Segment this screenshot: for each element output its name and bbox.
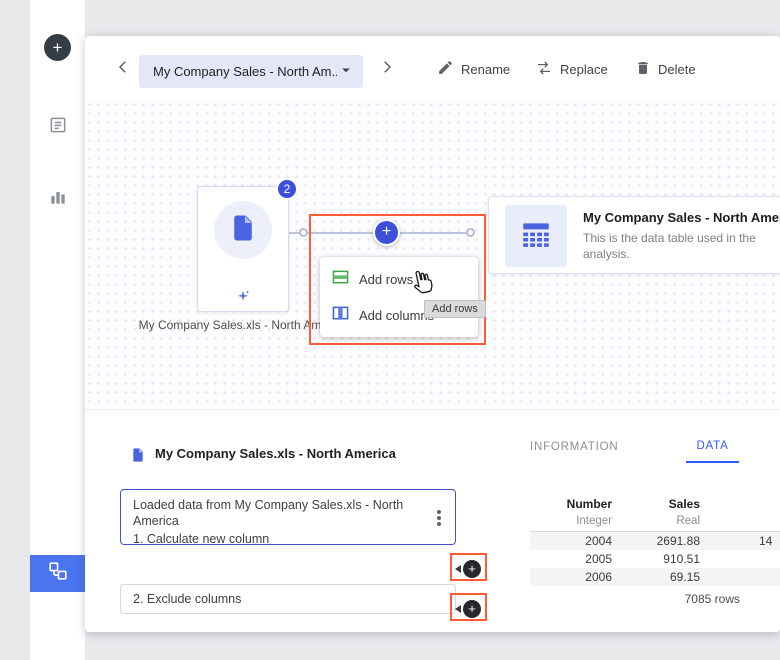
data-list-icon — [48, 114, 68, 138]
canvas-toolbar: My Company Sales - North Am... Rename Re… — [85, 36, 780, 100]
trash-icon — [635, 60, 651, 79]
delete-button[interactable]: Delete — [635, 56, 696, 82]
rename-button[interactable]: Rename — [437, 56, 510, 82]
connection-endpoint-right — [466, 228, 475, 237]
document-icon — [130, 447, 146, 463]
kebab-menu-icon — [437, 516, 441, 520]
cell-year: 2006 — [530, 570, 612, 584]
table-row: 2004 2691.88 14 — [530, 532, 780, 550]
panel-source-title: My Company Sales.xls - North America — [155, 446, 396, 461]
replace-label: Replace — [560, 62, 608, 77]
transformation-count-badge: 2 — [276, 178, 298, 200]
add-button[interactable]: + — [44, 34, 71, 61]
step1-text: Loaded data from My Company Sales.xls - … — [133, 497, 427, 529]
add-columns-label: Add columns — [359, 308, 434, 323]
insert-step-control-2: + — [455, 600, 481, 618]
insert-step-plus-button-2[interactable]: + — [463, 600, 481, 618]
row-count-label: 7085 rows — [530, 592, 740, 606]
document-icon — [228, 213, 258, 248]
add-rows-label: Add rows — [359, 272, 413, 287]
table-node-description: This is the data table used in the analy… — [583, 230, 780, 262]
add-rows-tooltip: Add rows — [424, 300, 486, 318]
cell-partial: 14 — [759, 534, 772, 548]
previous-table-button[interactable] — [111, 56, 135, 80]
table-row: 2006 69.15 — [530, 568, 780, 586]
source-detail-panel: My Company Sales.xls - North America Loa… — [85, 410, 780, 632]
tab-information[interactable]: INFORMATION — [530, 440, 618, 463]
table-type-row: Integer Real — [530, 513, 780, 529]
plus-icon: + — [53, 39, 63, 56]
table-grid-icon — [519, 217, 553, 256]
source-file-node[interactable]: 2 — [197, 186, 289, 312]
cell-sales: 910.51 — [612, 552, 700, 566]
cell-year: 2004 — [530, 534, 612, 548]
chevron-right-icon — [378, 58, 396, 79]
add-step-plus-button[interactable]: + — [373, 219, 400, 246]
rename-label: Rename — [461, 62, 510, 77]
menu-item-add-rows[interactable]: Add rows — [320, 261, 478, 297]
data-preview-table: Number Sales Integer Real 2004 2691.88 1… — [530, 496, 780, 606]
add-rows-icon — [332, 269, 349, 289]
connection-endpoint-left — [299, 228, 308, 237]
add-step-menu: Add rows Add columns — [320, 257, 478, 337]
table-row: 2005 910.51 — [530, 550, 780, 568]
step-options-button[interactable] — [429, 506, 449, 530]
bar-chart-icon — [48, 186, 68, 210]
column-header: Number — [530, 497, 612, 511]
swap-arrows-icon — [535, 59, 553, 80]
step-card-exclude-columns[interactable]: 2. Exclude columns — [120, 584, 456, 614]
table-node-title: My Company Sales - North America — [583, 210, 780, 225]
triangle-left-icon — [455, 605, 461, 613]
cell-sales: 69.15 — [612, 570, 700, 584]
column-type: Real — [612, 515, 700, 527]
insert-step-control-1: + — [455, 560, 481, 578]
next-table-button[interactable] — [375, 56, 399, 80]
table-header-row: Number Sales — [530, 496, 780, 512]
table-node-tile — [505, 205, 567, 267]
data-table-node[interactable]: My Company Sales - North America This is… — [488, 196, 780, 274]
sidebar-item-data-canvas-active[interactable] — [30, 555, 85, 592]
left-sidebar: + — [30, 0, 85, 660]
pencil-icon — [437, 59, 454, 79]
column-header: Sales — [612, 497, 700, 511]
data-table-selector[interactable]: My Company Sales - North Am... — [139, 55, 363, 88]
step-card-loaded-data[interactable]: Loaded data from My Company Sales.xls - … — [120, 489, 456, 545]
detail-tabs: INFORMATION DATA — [530, 440, 739, 463]
insert-step-plus-button-1[interactable]: + — [463, 560, 481, 578]
graph-canvas: 2 My Company Sales.xls - North America +… — [85, 100, 780, 410]
source-node-circle — [214, 201, 272, 259]
triangle-left-icon — [455, 565, 461, 573]
plus-icon: + — [468, 562, 476, 575]
app-screen: + My Company Sales - North Am... — [0, 0, 780, 660]
transformation-sparkle-icon — [236, 289, 251, 304]
selector-value: My Company Sales - North Am... — [153, 64, 337, 79]
plus-icon: + — [382, 224, 391, 240]
chevron-left-icon — [114, 58, 132, 79]
data-canvas-icon — [47, 560, 69, 587]
chevron-down-icon — [337, 61, 355, 82]
add-columns-icon — [332, 305, 349, 325]
data-canvas-window: My Company Sales - North Am... Rename Re… — [85, 36, 780, 632]
step1-subtext: 1. Calculate new column — [133, 531, 427, 547]
replace-button[interactable]: Replace — [535, 56, 608, 82]
cell-year: 2005 — [530, 552, 612, 566]
sidebar-item-visualizations[interactable] — [30, 186, 85, 210]
cell-sales: 2691.88 — [612, 534, 700, 548]
sidebar-item-data[interactable] — [30, 114, 85, 138]
plus-icon: + — [468, 602, 476, 615]
column-type: Integer — [530, 515, 612, 527]
step2-text: 2. Exclude columns — [133, 592, 241, 606]
delete-label: Delete — [658, 62, 696, 77]
tab-data[interactable]: DATA — [686, 440, 738, 463]
